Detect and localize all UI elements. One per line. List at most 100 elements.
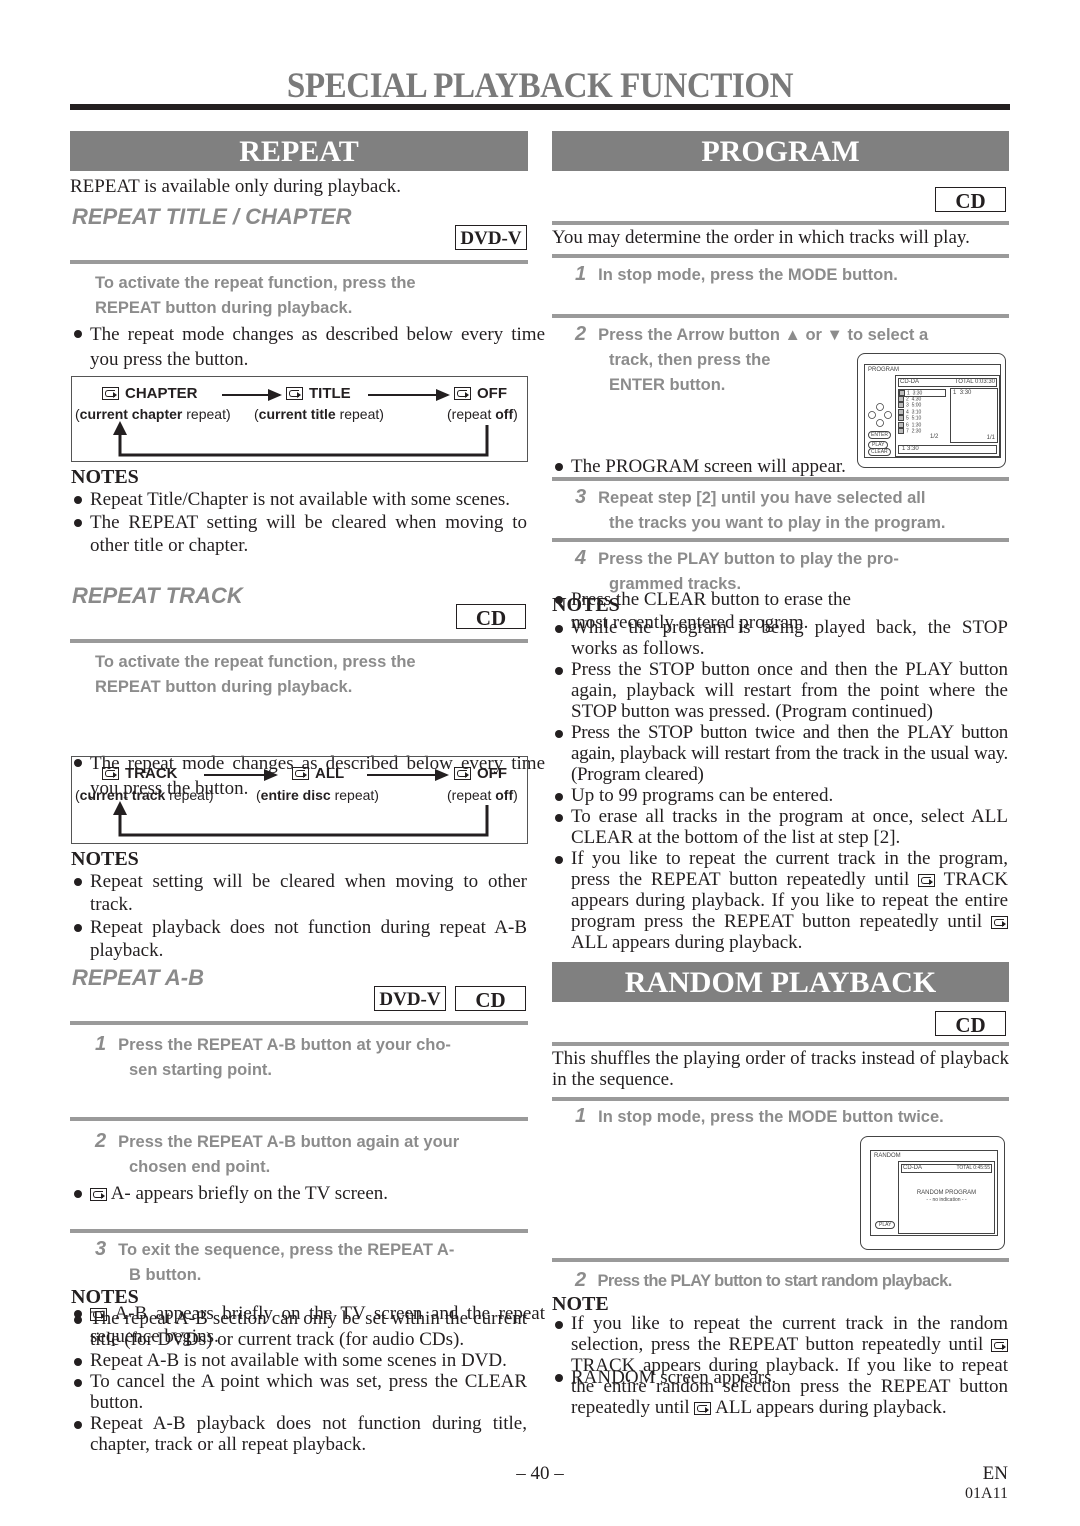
play-button-icon: PLAY xyxy=(875,1221,896,1229)
random-panel: CD-DA TOTAL 0:45:55 RANDOM PROGRAM - - n… xyxy=(898,1161,995,1234)
program-intro: You may determine the order in which tra… xyxy=(552,227,970,248)
divider xyxy=(70,260,528,264)
track-row: 6 1:30 xyxy=(898,421,921,428)
divider xyxy=(552,538,1009,542)
random-step-2: 2 Press the PLAY button to start random p… xyxy=(575,1269,952,1291)
track-checkbox-icon xyxy=(898,408,904,415)
track-checkbox-icon xyxy=(898,421,904,428)
note-item: If you like to repeat the current track … xyxy=(553,1313,1009,1418)
track-row: 5 5:10 xyxy=(898,415,921,421)
divider xyxy=(70,639,528,643)
divider xyxy=(70,1021,528,1025)
program-step-1: 1 In stop mode, press the MODE button. xyxy=(575,263,898,285)
track-row: 3 5:00 xyxy=(898,402,921,408)
program-panel: CD-DA TOTAL 0:03:30 1 3:30 2 4:30 3 5:00 4 … xyxy=(895,375,1000,457)
program-screen-illustration: PROGRAM CD-DA TOTAL 0:03:30 1 3:30 2 4:30… xyxy=(857,353,1006,468)
repeat-intro: REPEAT is available only during playback… xyxy=(70,176,402,197)
cd-badge: CD xyxy=(935,187,1006,213)
track-row: 4 3:10 xyxy=(898,408,921,415)
note-item: If you like to repeat the current track … xyxy=(553,848,1009,953)
divider xyxy=(552,1258,1009,1262)
arrow-pad-icon xyxy=(868,403,892,427)
divider xyxy=(552,221,1009,225)
note-item: Press the STOP button twice and then the… xyxy=(553,722,1008,785)
repeat-ab-subheading: REPEAT A-B xyxy=(72,965,204,990)
random-section-heading: RANDOM PLAYBACK xyxy=(552,962,1009,1002)
repeat-icon xyxy=(90,1188,107,1202)
track-list: 1 3:30 2 4:30 3 5:00 4 3:10 5 5:10 6 1:30 7 2:… xyxy=(898,389,948,443)
note-item: Up to 99 programs can be entered. xyxy=(553,785,1008,806)
cycle-back-arrow-icon xyxy=(113,801,489,837)
repeat-icon xyxy=(991,916,1009,930)
note-item: To cancel the A point which was set, pre… xyxy=(72,1371,527,1413)
cycle-back-arrow-icon xyxy=(113,421,489,457)
title-divider xyxy=(70,104,1010,110)
note-item: Press the STOP button once and then the … xyxy=(553,659,1008,722)
note-item: The REPEAT setting will be cleared when … xyxy=(72,511,527,557)
repeat-title-notes: Repeat Title/Chapter is not available wi… xyxy=(72,488,527,557)
repeat-ab-step-1-bullet: A- appears briefly on the TV screen. xyxy=(72,1182,545,1205)
random-screen-illustration: RANDOM CD-DA TOTAL 0:45:55 RANDOM PROGRA… xyxy=(860,1136,1005,1250)
program-step-4: 4 Press the PLAY button to play the pro- … xyxy=(575,547,899,593)
repeat-track-notes: Repeat setting will be cleared when movi… xyxy=(72,870,527,962)
note-item: The repeat A-B section can only be set w… xyxy=(72,1308,527,1350)
enter-button-icon: ENTER xyxy=(868,431,891,439)
cd-badge: CD xyxy=(455,986,526,1012)
dvd-v-badge: DVD-V xyxy=(455,225,527,250)
note-item: Repeat Title/Chapter is not available wi… xyxy=(72,488,527,511)
repeat-track-instruction: To activate the repeat function, press t… xyxy=(95,653,416,696)
track-row: 2 4:30 xyxy=(898,395,921,402)
repeat-track-subheading: REPEAT TRACK xyxy=(72,583,243,608)
program-section-heading: PROGRAM xyxy=(552,131,1009,171)
random-screen: RANDOM CD-DA TOTAL 0:45:55 RANDOM PROGRA… xyxy=(870,1150,998,1236)
repeat-track-mode-diagram: TRACK ALL OFF (current track repeat) (en… xyxy=(71,756,528,844)
repeat-title-mode-diagram: CHAPTER TITLE OFF (current chapter repea… xyxy=(71,376,528,462)
clear-button-icon: CLEAR xyxy=(868,448,891,456)
divider xyxy=(70,1229,528,1233)
track-row: 7 2:30 xyxy=(898,428,921,434)
random-step-1: 1 In stop mode, press the MODE button twi… xyxy=(575,1105,944,1127)
program-screen: PROGRAM CD-DA TOTAL 0:03:30 1 3:30 2 4:30… xyxy=(864,364,1001,458)
repeat-ab-notes: The repeat A-B section can only be set w… xyxy=(72,1308,527,1455)
note-item: Repeat setting will be cleared when movi… xyxy=(72,870,527,916)
repeat-ab-step-1: 1 Press the REPEAT A-B button at your cho… xyxy=(95,1033,451,1079)
note-item: Repeat playback does not function during… xyxy=(72,916,527,962)
random-notes: If you like to repeat the current track … xyxy=(553,1313,1009,1418)
repeat-icon xyxy=(991,1339,1009,1353)
divider xyxy=(70,1117,528,1121)
notes-heading: NOTES xyxy=(552,594,620,616)
track-checkbox-icon xyxy=(898,415,904,421)
track-checkbox-icon xyxy=(898,428,904,434)
divider xyxy=(552,477,1009,481)
cd-badge: CD xyxy=(456,604,526,630)
track-checkbox-icon xyxy=(898,402,904,408)
notes-heading: NOTES xyxy=(71,1286,139,1308)
document-code: 01A11 xyxy=(965,1485,1008,1502)
divider xyxy=(552,1097,1009,1101)
track-checkbox-icon xyxy=(898,395,904,402)
repeat-title-chapter-subheading: REPEAT TITLE / CHAPTER xyxy=(72,204,352,229)
notes-heading: NOTES xyxy=(71,848,139,870)
divider xyxy=(552,254,1009,258)
repeat-title-instruction: To activate the repeat function, press t… xyxy=(95,274,416,317)
program-step-3: 3 Repeat step [2] until you have selected… xyxy=(575,486,946,532)
repeat-title-bullet: The repeat mode changes as described bel… xyxy=(72,322,545,372)
divider xyxy=(552,314,1009,318)
repeat-ab-step-3: 3 To exit the sequence, press the REPEAT … xyxy=(95,1238,455,1284)
note-item: While the program is being played back, … xyxy=(553,617,1008,659)
repeat-icon xyxy=(694,1402,712,1416)
random-intro: This shuffles the playing order of track… xyxy=(552,1048,1009,1090)
program-list: 1 3:30 1/1 xyxy=(950,388,998,443)
program-notes: While the program is being played back, … xyxy=(553,617,1008,953)
note-item: Repeat A-B playback does not function du… xyxy=(72,1413,527,1455)
cd-badge: CD xyxy=(935,1011,1006,1037)
note-item: Repeat A-B is not available with some sc… xyxy=(72,1350,527,1371)
divider xyxy=(552,1042,1009,1046)
page-title: SPECIAL PLAYBACK FUNCTION xyxy=(286,65,794,105)
repeat-ab-step-2: 2 Press the REPEAT A-B button again at yo… xyxy=(95,1130,460,1176)
dvd-v-badge: DVD-V xyxy=(374,986,446,1011)
repeat-icon xyxy=(918,874,936,888)
note-item: To erase all tracks in the program at on… xyxy=(553,806,1008,848)
repeat-section-heading: REPEAT xyxy=(70,131,528,171)
page-number: – 40 – xyxy=(516,1463,564,1484)
